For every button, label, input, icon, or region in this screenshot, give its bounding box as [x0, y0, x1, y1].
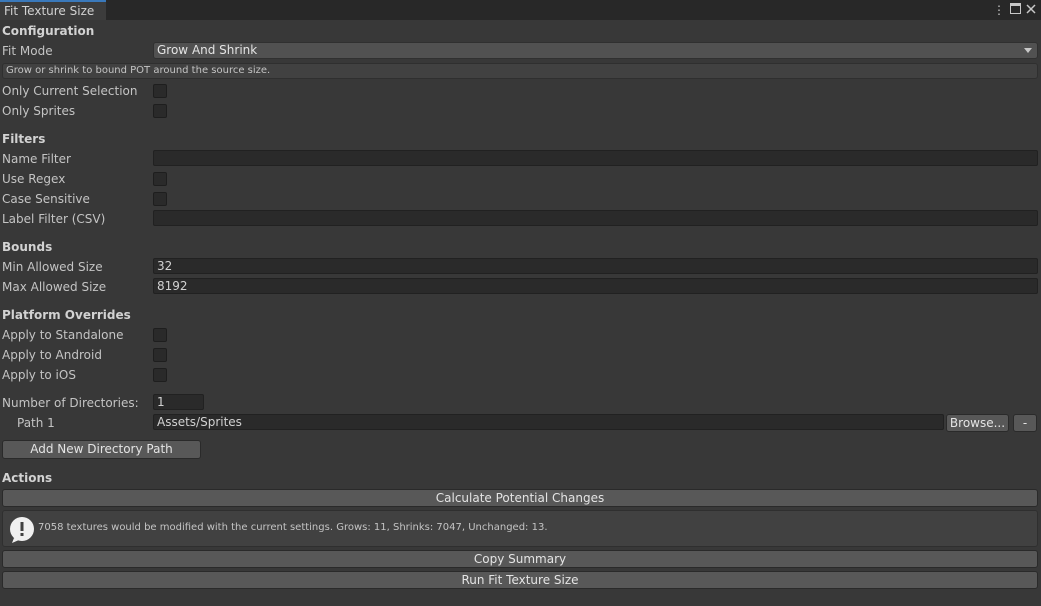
close-icon[interactable]: [1025, 3, 1037, 17]
filters-heading: Filters: [2, 132, 46, 146]
only-current-selection-checkbox[interactable]: [153, 84, 167, 98]
configuration-heading: Configuration: [2, 24, 95, 38]
actions-heading: Actions: [2, 471, 53, 485]
name-filter-label: Name Filter: [2, 152, 71, 166]
tab-fit-texture-size[interactable]: Fit Texture Size: [0, 0, 106, 20]
apply-android-label: Apply to Android: [2, 348, 102, 362]
number-of-directories-label: Number of Directories:: [2, 396, 139, 410]
chevron-down-icon: [1024, 48, 1032, 53]
apply-ios-label: Apply to iOS: [2, 368, 76, 382]
maximize-icon[interactable]: [1009, 3, 1021, 17]
copy-summary-button[interactable]: Copy Summary: [2, 550, 1038, 568]
run-fit-texture-size-button[interactable]: Run Fit Texture Size: [2, 571, 1038, 589]
only-current-selection-label: Only Current Selection: [2, 84, 138, 98]
remove-path-button[interactable]: -: [1013, 414, 1037, 432]
case-sensitive-label: Case Sensitive: [2, 192, 90, 206]
kebab-menu-icon[interactable]: ⋮: [993, 3, 1005, 17]
min-allowed-size-label: Min Allowed Size: [2, 260, 103, 274]
label-filter-input[interactable]: [153, 210, 1038, 226]
only-sprites-checkbox[interactable]: [153, 104, 167, 118]
fit-mode-help: Grow or shrink to bound POT around the s…: [2, 63, 1038, 79]
bounds-heading: Bounds: [2, 240, 53, 254]
path-1-label: Path 1: [17, 416, 55, 430]
name-filter-input[interactable]: [153, 150, 1038, 166]
apply-standalone-checkbox[interactable]: [153, 328, 167, 342]
info-message-box: 7058 textures would be modified with the…: [2, 510, 1038, 547]
info-icon: [8, 516, 36, 547]
max-allowed-size-label: Max Allowed Size: [2, 280, 107, 294]
add-directory-path-button[interactable]: Add New Directory Path: [2, 440, 201, 459]
platform-overrides-heading: Platform Overrides: [2, 308, 131, 322]
path-1-input[interactable]: Assets/Sprites: [153, 414, 944, 430]
calculate-potential-changes-button[interactable]: Calculate Potential Changes: [2, 489, 1038, 507]
use-regex-label: Use Regex: [2, 172, 66, 186]
browse-button[interactable]: Browse...: [946, 414, 1009, 432]
fit-mode-label: Fit Mode: [2, 44, 53, 58]
number-of-directories-input[interactable]: 1: [153, 394, 204, 410]
label-filter-label: Label Filter (CSV): [2, 212, 106, 226]
apply-android-checkbox[interactable]: [153, 348, 167, 362]
window-controls: ⋮: [993, 2, 1037, 18]
only-sprites-label: Only Sprites: [2, 104, 76, 118]
use-regex-checkbox[interactable]: [153, 172, 167, 186]
min-allowed-size-input[interactable]: 32: [153, 258, 1038, 274]
apply-standalone-label: Apply to Standalone: [2, 328, 124, 342]
apply-ios-checkbox[interactable]: [153, 368, 167, 382]
info-message-text: 7058 textures would be modified with the…: [38, 522, 548, 533]
fit-mode-value: Grow And Shrink: [157, 43, 258, 57]
case-sensitive-checkbox[interactable]: [153, 192, 167, 206]
fit-mode-dropdown[interactable]: Grow And Shrink: [153, 42, 1038, 59]
max-allowed-size-input[interactable]: 8192: [153, 278, 1038, 294]
window-titlebar: Fit Texture Size ⋮: [0, 0, 1041, 20]
